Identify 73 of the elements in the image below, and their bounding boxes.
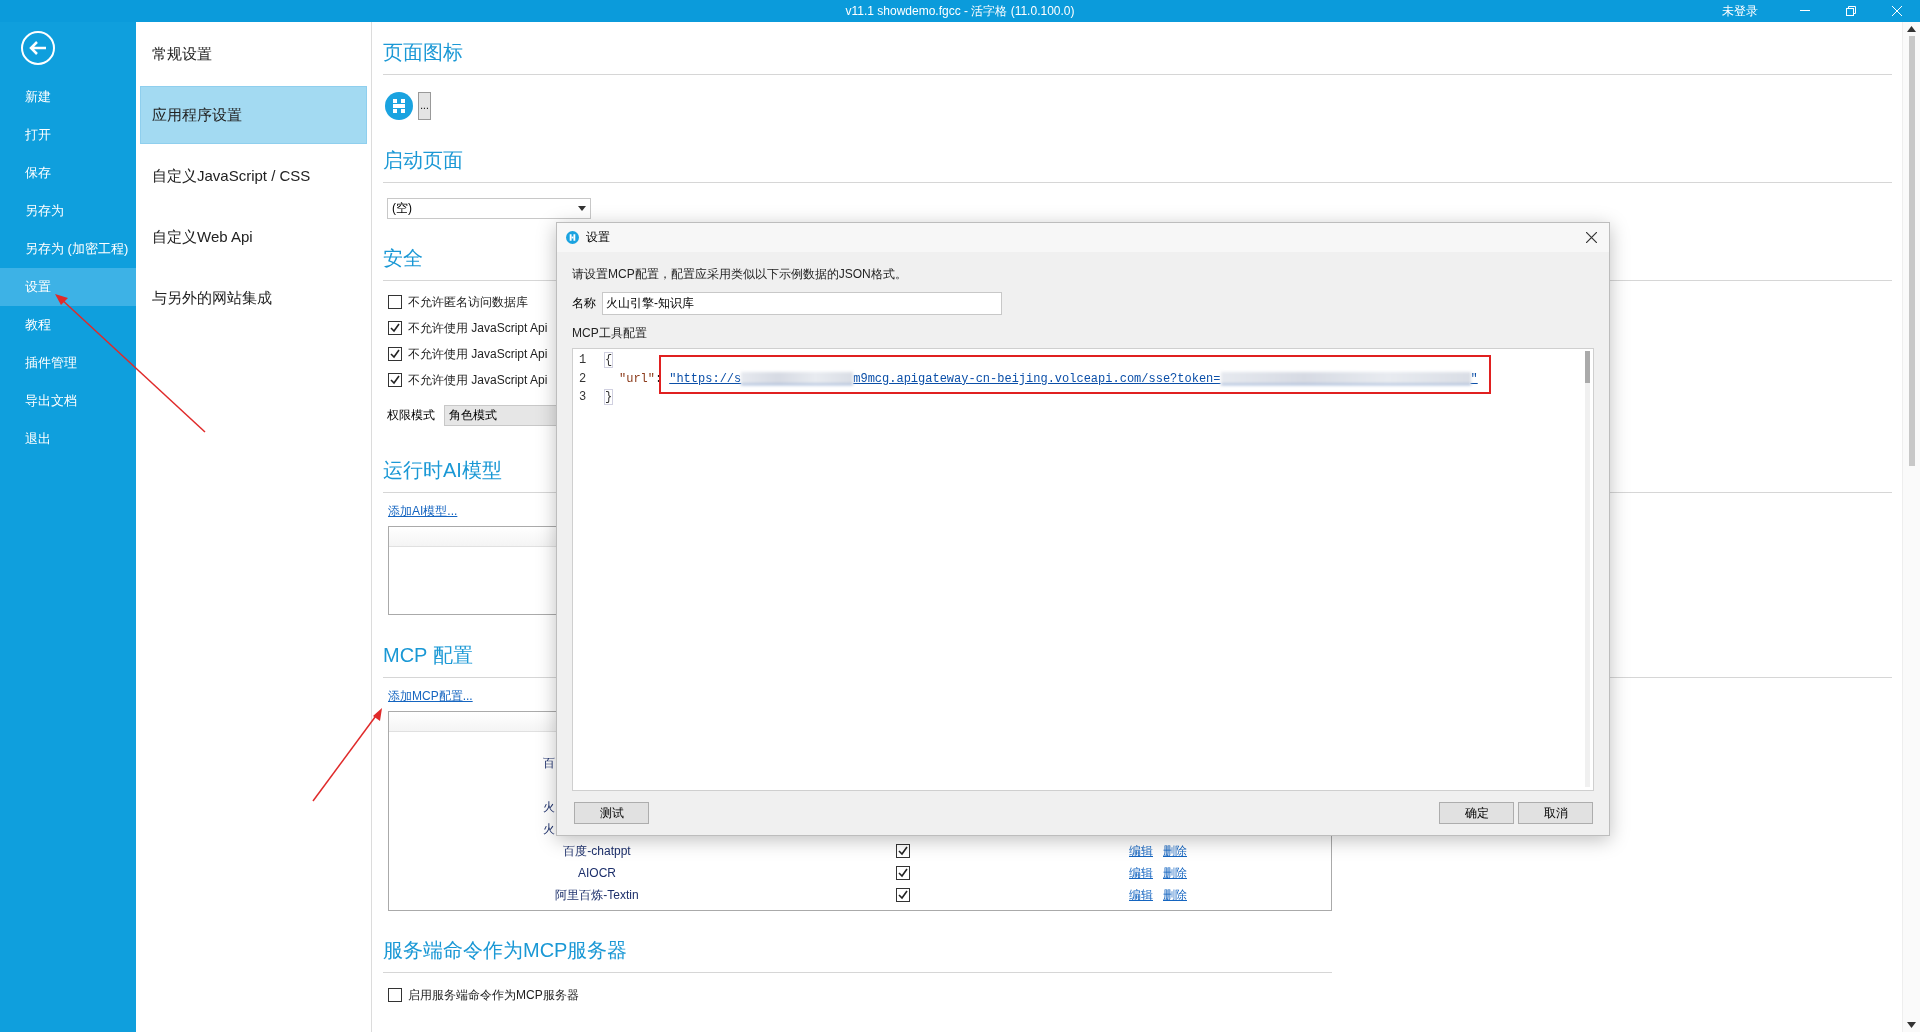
settings-nav-item[interactable]: 自定义Web Api [140,208,367,266]
add-ai-model-link[interactable]: 添加AI模型... [388,503,458,520]
line-number: 2 [578,371,588,386]
section-heading: 安全 [383,247,423,269]
checkbox[interactable] [896,866,910,880]
ok-button[interactable]: 确定 [1439,802,1514,824]
table-cell: 阿里百炼-Textin [555,886,639,904]
checkbox[interactable] [896,844,910,858]
edit-link[interactable]: 编辑 [1129,842,1153,860]
checkbox-label: 不允许匿名访问数据库 [408,293,528,311]
code-editor[interactable]: 1 { 2 "url": "https://s m9mcg.apigateway-cn-beijing.volceapi.com/sse?token= " 3 } [572,348,1594,791]
dialog-title: 设置 [586,229,610,246]
instruction-text: 请设置MCP配置，配置应采用类似以下示例数据的JSON格式。 [572,266,908,283]
checkbox[interactable] [388,295,402,309]
back-button[interactable] [20,30,56,66]
section-heading: 启动页面 [383,149,463,171]
section-heading: MCP 配置 [383,644,473,666]
add-mcp-config-link[interactable]: 添加MCP配置... [388,688,473,705]
delete-link[interactable]: 删除 [1163,864,1187,882]
window-title: v11.1 showdemo.fgcc - 活字格 (11.0.100.0) [845,2,1075,20]
scroll-up-icon[interactable] [1907,26,1916,32]
name-field[interactable]: 火山引擎-知识库 [602,292,1002,315]
code-text: m9mcg.apigateway-cn-beijing.volceapi.com/sse?token= [853,371,1221,386]
section-heading: 页面图标 [383,41,463,63]
editor-scrollbar[interactable] [1585,351,1590,787]
checkbox[interactable] [388,988,402,1002]
restore-icon [1846,6,1856,16]
section-heading: 服务端命令作为MCP服务器 [383,939,628,961]
table-cell: AIOCR [578,866,616,880]
dropdown-caret-icon [578,206,586,211]
edit-link[interactable]: 编辑 [1129,886,1153,904]
close-icon [1892,6,1902,16]
code-text: { [605,353,613,368]
delete-link[interactable]: 删除 [1163,886,1187,904]
table-cell-text: 百 [542,754,555,772]
code-text: " [1470,371,1478,386]
section-heading: 运行时AI模型 [383,459,502,481]
cancel-button[interactable]: 取消 [1518,802,1593,824]
checkbox[interactable] [388,347,402,361]
checkbox-label: 不允许使用 JavaScript Api [408,371,548,389]
table-cell: 百度-chatppt [563,842,631,860]
line-number: 1 [578,353,588,368]
checkbox-label: 不允许使用 JavaScript Api [408,319,548,337]
field-label: MCP工具配置 [572,325,648,342]
settings-nav-item[interactable]: 与另外的网站集成 [140,269,367,327]
checkbox[interactable] [896,888,910,902]
code-text: : [655,371,663,386]
test-button[interactable]: 测试 [574,802,649,824]
table-cell-text: 火 [542,820,555,838]
code-text: } [605,390,613,405]
edit-link[interactable]: 编辑 [1129,864,1153,882]
startup-page-select[interactable]: (空) [387,198,591,219]
checkbox[interactable] [388,373,402,387]
settings-nav-item[interactable]: 应用程序设置 [140,86,367,144]
close-icon [1585,232,1597,243]
checkbox-label: 启用服务端命令作为MCP服务器 [408,986,579,1004]
minimize-icon [1800,10,1810,12]
app-logo-icon [385,92,413,120]
line-number: 3 [578,390,588,405]
table-cell-text: 火 [542,798,555,816]
field-label: 名称 [572,295,596,312]
scrollbar[interactable] [1902,22,1920,1032]
settings-nav-item[interactable]: 常规设置 [140,25,367,83]
scroll-down-icon[interactable] [1907,1022,1916,1028]
settings-nav-item[interactable]: 自定义JavaScript / CSS [140,147,367,205]
code-text: "url" [619,371,655,386]
app-logo-icon [566,231,579,244]
checkbox-label: 不允许使用 JavaScript Api [408,345,548,363]
delete-link[interactable]: 删除 [1163,842,1187,860]
code-text: "https://s [669,371,742,386]
field-label: 权限模式 [387,406,435,424]
browse-button[interactable]: ... [418,92,431,120]
checkbox[interactable] [388,321,402,335]
